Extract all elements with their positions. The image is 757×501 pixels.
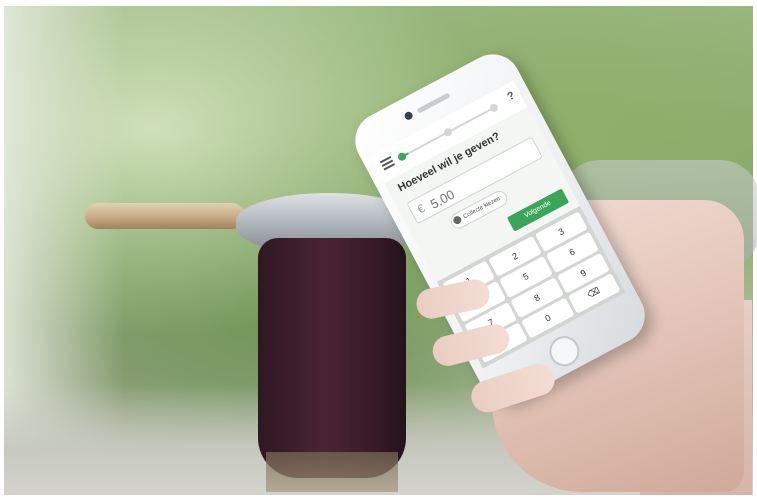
collection-icon — [451, 214, 463, 226]
coffee-pot-stand — [266, 452, 398, 492]
question-mark-icon[interactable]: ? — [505, 89, 517, 103]
progress-step-3 — [488, 102, 500, 114]
coffee-pot-handle — [85, 203, 245, 229]
progress-step-2 — [442, 126, 454, 138]
hamburger-menu-icon[interactable] — [379, 156, 396, 171]
currency-symbol: € — [414, 201, 428, 217]
coffee-pot-body — [258, 238, 406, 478]
collection-chip-label: Collecte kiezen — [462, 195, 502, 221]
